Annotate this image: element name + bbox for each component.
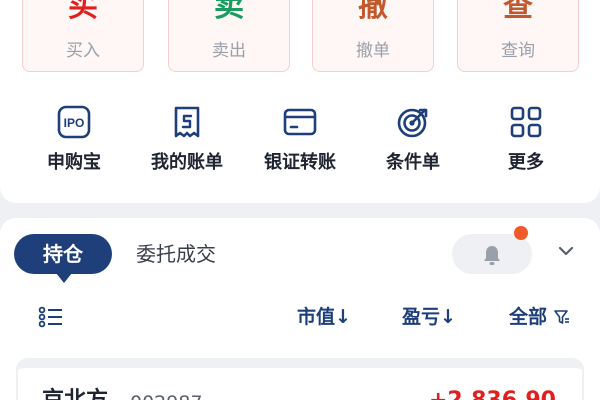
buy-button[interactable]: 买 买入	[22, 0, 144, 72]
menu-item-ipo[interactable]: IPO 申购宝	[19, 104, 129, 184]
notification-dot	[514, 226, 528, 240]
menu-label-condition: 条件单	[386, 152, 440, 173]
filter-all-label: 全部	[509, 306, 548, 328]
ipo-icon-text: IPO	[64, 116, 85, 130]
chevron-down-icon[interactable]	[556, 244, 576, 258]
target-icon	[397, 108, 428, 138]
query-button[interactable]: 查 查询	[457, 0, 579, 72]
sort-market-value[interactable]: 市值↓	[297, 302, 351, 332]
filter-icon	[553, 310, 569, 324]
tab-positions[interactable]: 持仓	[14, 234, 112, 283]
ipo-icon: IPO	[57, 105, 91, 139]
query-label: 查询	[501, 41, 535, 61]
sort-profit-loss[interactable]: 盈亏↓	[402, 302, 456, 332]
stock-profit-loss: +2,836.90	[429, 386, 556, 400]
grid-icon	[510, 106, 542, 138]
menu-label-more: 更多	[508, 152, 544, 173]
menu-label-transfer: 银证转账	[264, 152, 336, 173]
cancel-label: 撤单	[356, 41, 390, 61]
menu-label-ipo: 申购宝	[47, 152, 101, 173]
sell-button[interactable]: 卖 卖出	[168, 0, 290, 72]
positions-card: 持仓 委托成交 市值↓ 盈亏↓ 全部 京北方 002987 +2,836.90	[0, 218, 600, 400]
alert-button[interactable]	[452, 234, 532, 274]
buy-char: 买	[68, 0, 98, 24]
top-card: 买 买入 卖 卖出 撤 撤单 查 查询 IPO 申购宝 我的账单 银证转账 条件…	[0, 0, 600, 203]
stock-name: 京北方	[42, 386, 108, 400]
menu-item-more[interactable]: 更多	[471, 104, 581, 184]
cancel-char: 撤	[358, 0, 388, 24]
cancel-order-button[interactable]: 撤 撤单	[312, 0, 434, 72]
bill-icon	[174, 106, 200, 138]
card-icon	[283, 108, 317, 136]
filter-all[interactable]: 全部	[509, 302, 570, 332]
menu-item-condition[interactable]: 条件单	[358, 104, 468, 184]
menu-item-bill[interactable]: 我的账单	[132, 104, 242, 184]
holding-row[interactable]: 京北方 002987 +2,836.90	[16, 358, 584, 400]
menu-item-transfer[interactable]: 银证转账	[245, 104, 355, 184]
bell-icon	[484, 246, 500, 265]
list-view-icon[interactable]	[38, 306, 64, 328]
stock-code: 002987	[130, 388, 203, 400]
sell-char: 卖	[214, 0, 244, 24]
buy-label: 买入	[66, 41, 100, 61]
query-char: 查	[503, 0, 533, 24]
sell-label: 卖出	[212, 41, 246, 61]
menu-label-bill: 我的账单	[151, 152, 223, 173]
tab-orders-trades[interactable]: 委托成交	[136, 234, 216, 274]
